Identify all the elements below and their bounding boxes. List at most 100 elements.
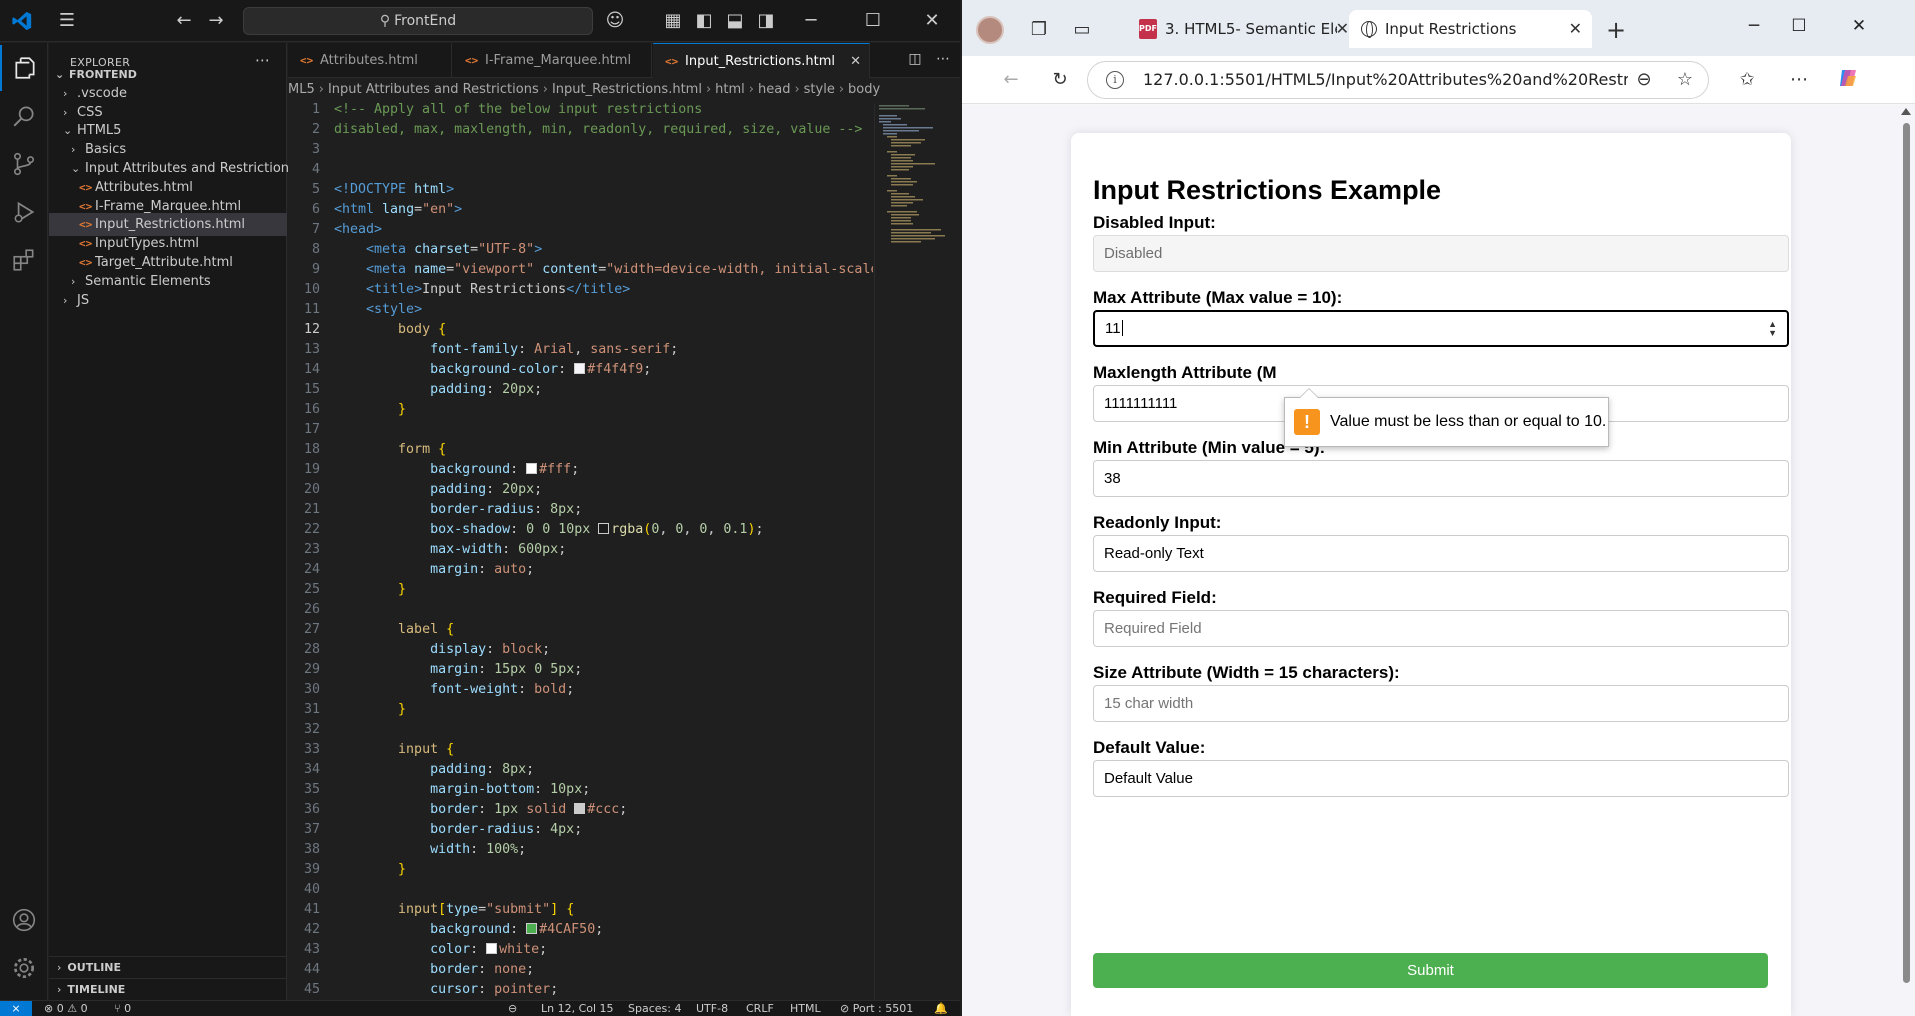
code-line[interactable]: 32 [288,720,873,740]
code-line[interactable]: 25 } [288,580,873,600]
page-scrollbar[interactable] [1897,105,1915,1016]
problems-status[interactable]: ⊗ 0 ⚠ 0 [44,1001,88,1016]
minimize-icon[interactable]: ─ [800,10,822,32]
breadcrumb-item[interactable]: style [804,82,835,97]
code-line[interactable]: 18 form { [288,440,873,460]
browser-tab-pdf[interactable]: PDF 3. HTML5- Semantic Elemen ✕ [1129,10,1347,48]
code-line[interactable]: 41 input[type="submit"] { [288,900,873,920]
code-line[interactable]: 31 } [288,700,873,720]
more-menu-icon[interactable]: ⋯ [1785,66,1813,94]
ports-status[interactable]: ⑂ 0 [114,1001,131,1016]
tab-actions-icon[interactable]: ▭ [1068,16,1096,44]
new-tab-icon[interactable]: + [1602,16,1630,44]
code-line[interactable]: 15 padding: 20px; [288,380,873,400]
breadcrumb-item[interactable]: body [848,82,880,97]
explorer-icon[interactable] [0,45,48,91]
code-line[interactable]: 26 [288,600,873,620]
code-line[interactable]: 23 max-width: 600px; [288,540,873,560]
code-line[interactable]: 24 margin: auto; [288,560,873,580]
cursor-position[interactable]: Ln 12, Col 15 [541,1001,614,1016]
code-line[interactable]: 3 [288,140,873,160]
outline-section[interactable]: › OUTLINE [49,956,287,978]
close-tab-icon[interactable]: ✕ [1569,10,1582,48]
code-line[interactable]: 4 [288,160,873,180]
layout-icon[interactable]: ▦ [662,10,684,32]
code-line[interactable]: 5 <!DOCTYPE html> [288,180,873,200]
code-editor[interactable]: 1 <!-- Apply all of the below input restr… [288,103,873,1000]
favorites-icon[interactable]: ✩ [1733,66,1761,94]
eol-status[interactable]: CRLF [746,1001,774,1016]
code-line[interactable]: 2 disabled, max, maxlength, min, readonly… [288,120,873,140]
back-arrow-icon[interactable]: ← [997,66,1025,94]
submit-button[interactable]: Submit [1093,953,1768,988]
timeline-section[interactable]: › TIMELINE [49,978,287,1000]
code-line[interactable]: 13 font-family: Arial, sans-serif; [288,340,873,360]
close-tab-icon[interactable]: ✕ [850,44,861,79]
browser-tab-input-restrictions[interactable]: Input Restrictions ✕ [1349,10,1592,48]
code-line[interactable]: 43 color: white; [288,940,873,960]
code-line[interactable]: 28 display: block; [288,640,873,660]
code-line[interactable]: 40 [288,880,873,900]
maximize-icon[interactable]: ☐ [862,10,884,32]
encoding-status[interactable]: UTF-8 [696,1001,728,1016]
editor-scrollbar[interactable] [948,103,960,1000]
settings-gear-icon[interactable] [0,945,48,991]
code-line[interactable]: 17 [288,420,873,440]
code-line[interactable]: 16 } [288,400,873,420]
code-line[interactable]: 45 cursor: pointer; [288,980,873,1000]
folder-item[interactable]: › JS [49,289,287,312]
scrollbar-thumb[interactable] [1903,123,1910,983]
code-line[interactable]: 34 padding: 8px; [288,760,873,780]
code-line[interactable]: 1 <!-- Apply all of the below input restr… [288,103,873,120]
breadcrumb-item[interactable]: html [715,82,745,97]
code-line[interactable]: 29 margin: 15px 0 5px; [288,660,873,680]
default-value-input[interactable]: Default Value [1093,760,1789,797]
forward-arrow-icon[interactable]: → [205,10,227,32]
minimize-icon[interactable]: ─ [1742,14,1766,38]
scroll-up-arrow-icon[interactable] [1901,108,1911,115]
extensions-icon[interactable] [0,237,48,283]
code-line[interactable]: 7 <head> [288,220,873,240]
code-line[interactable]: 10 <title>Input Restrictions</title> [288,280,873,300]
minimap[interactable] [874,103,946,1000]
code-line[interactable]: 36 border: 1px solid #ccc; [288,800,873,820]
favorite-star-icon[interactable]: ☆ [1671,66,1699,94]
code-line[interactable]: 27 label { [288,620,873,640]
code-line[interactable]: 37 border-radius: 4px; [288,820,873,840]
menu-icon[interactable]: ☰ [56,10,78,32]
code-line[interactable]: 20 padding: 20px; [288,480,873,500]
breadcrumb-item[interactable]: Input Attributes and Restrictions [328,82,539,97]
code-line[interactable]: 42 background: #4CAF50; [288,920,873,940]
readonly-input[interactable]: Read-only Text [1093,535,1789,572]
code-line[interactable]: 9 <meta name="viewport" content="width=d… [288,260,873,280]
code-line[interactable]: 22 box-shadow: 0 0 10px rgba(0, 0, 0, 0.… [288,520,873,540]
source-control-icon[interactable] [0,141,48,187]
code-line[interactable]: 14 background-color: #f4f4f9; [288,360,873,380]
run-debug-icon[interactable] [0,189,48,235]
max-input[interactable]: 11 ▲ ▼ [1093,310,1789,347]
back-arrow-icon[interactable]: ← [173,10,195,32]
search-icon[interactable] [0,93,48,139]
code-line[interactable]: 44 border: none; [288,960,873,980]
indentation-status[interactable]: Spaces: 4 [628,1001,681,1016]
remote-indicator-icon[interactable]: ⨯ [0,1001,32,1016]
number-spinner-icon[interactable]: ▲ ▼ [1768,320,1777,338]
zoom-icon[interactable]: ⊖ [508,1001,517,1016]
toggle-panel-icon[interactable]: ⬓ [724,10,746,32]
tab-input-restrictions[interactable]: <> Input_Restrictions.html ✕ [653,43,870,78]
breadcrumb-item[interactable]: ML5 [288,82,315,97]
copilot-icon[interactable] [1834,66,1862,94]
code-line[interactable]: 33 input { [288,740,873,760]
split-editor-icon[interactable]: ◫ [905,51,925,71]
tab-attributes[interactable]: <> Attributes.html [288,43,452,78]
breadcrumb-item[interactable]: head [758,82,790,97]
maximize-icon[interactable]: ☐ [1787,14,1811,38]
code-line[interactable]: 19 background: #fff; [288,460,873,480]
copilot-icon[interactable]: ☺ [604,10,626,32]
code-line[interactable]: 6 <html lang="en"> [288,200,873,220]
code-line[interactable]: 39 } [288,860,873,880]
live-server-port[interactable]: ⊘ Port : 5501 [840,1001,913,1016]
close-window-icon[interactable]: ✕ [921,10,943,32]
notifications-bell-icon[interactable]: 🔔 [934,1001,948,1016]
refresh-icon[interactable]: ↻ [1046,66,1074,94]
